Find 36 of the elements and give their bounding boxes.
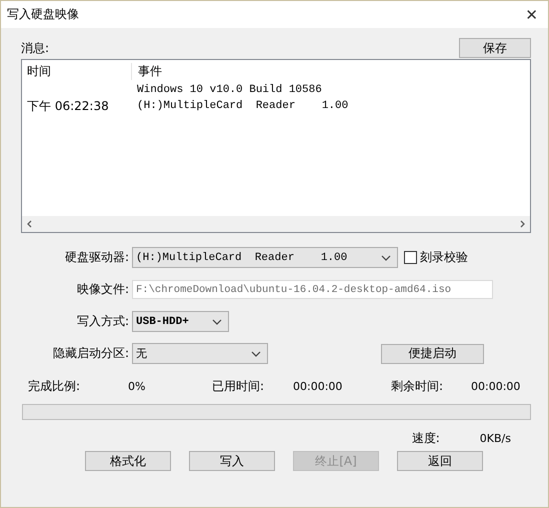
stat-label: 已用时间: — [212, 378, 264, 394]
log-event: (H:)MultipleCard Reader 1.00 — [136, 100, 348, 112]
image-file-field[interactable]: F:\chromeDownload\ubuntu-16.04.2-desktop-amd64.iso — [132, 280, 493, 299]
window-title: 写入硬盘映像 — [7, 6, 79, 23]
stat-value: 0% — [128, 380, 146, 392]
drive-label: 硬盘驱动器: — [64, 249, 130, 266]
stat-value: 00:00:00 — [471, 380, 520, 392]
chevron-down-icon — [212, 318, 222, 324]
speed-label: 速度: — [412, 430, 440, 446]
verify-checkbox[interactable]: 刻录校验 — [404, 249, 468, 266]
column-header: 时间 — [22, 62, 132, 80]
column-header: 事件 — [137, 62, 162, 80]
horizontal-scrollbar[interactable] — [22, 216, 530, 232]
action-button[interactable]: 返回 — [397, 451, 483, 471]
close-icon[interactable]: ✕ — [525, 6, 538, 24]
action-button[interactable]: 格式化 — [85, 451, 171, 471]
hidden-partition-label: 隐藏启动分区: — [52, 345, 130, 362]
stat-label: 剩余时间: — [391, 378, 444, 394]
stat-value: 00:00:00 — [293, 380, 342, 392]
scroll-right-icon[interactable] — [518, 220, 526, 228]
speed-value: 0KB/s — [480, 432, 511, 444]
save-button[interactable]: 保存 — [459, 38, 531, 58]
log-event: Windows 10 v10.0 Build 10586 — [136, 84, 322, 96]
write-mode-dropdown[interactable]: USB-HDD+ — [132, 311, 229, 332]
chevron-down-icon — [381, 254, 391, 260]
image-file-label: 映像文件: — [76, 281, 130, 298]
log-time: 下午 06:22:38 — [27, 98, 109, 112]
hidden-partition-dropdown[interactable]: 无 — [132, 343, 268, 364]
scroll-left-icon[interactable] — [26, 220, 34, 228]
stat-label: 完成比例: — [28, 378, 80, 394]
drive-dropdown[interactable]: (H:)MultipleCard Reader 1.00 — [132, 247, 398, 268]
write-mode-label: 写入方式: — [76, 313, 130, 330]
quick-boot-button[interactable]: 便捷启动 — [381, 344, 484, 364]
chevron-down-icon — [251, 350, 261, 356]
action-button[interactable]: 写入 — [189, 451, 275, 471]
messages-label: 消息: — [21, 40, 50, 56]
